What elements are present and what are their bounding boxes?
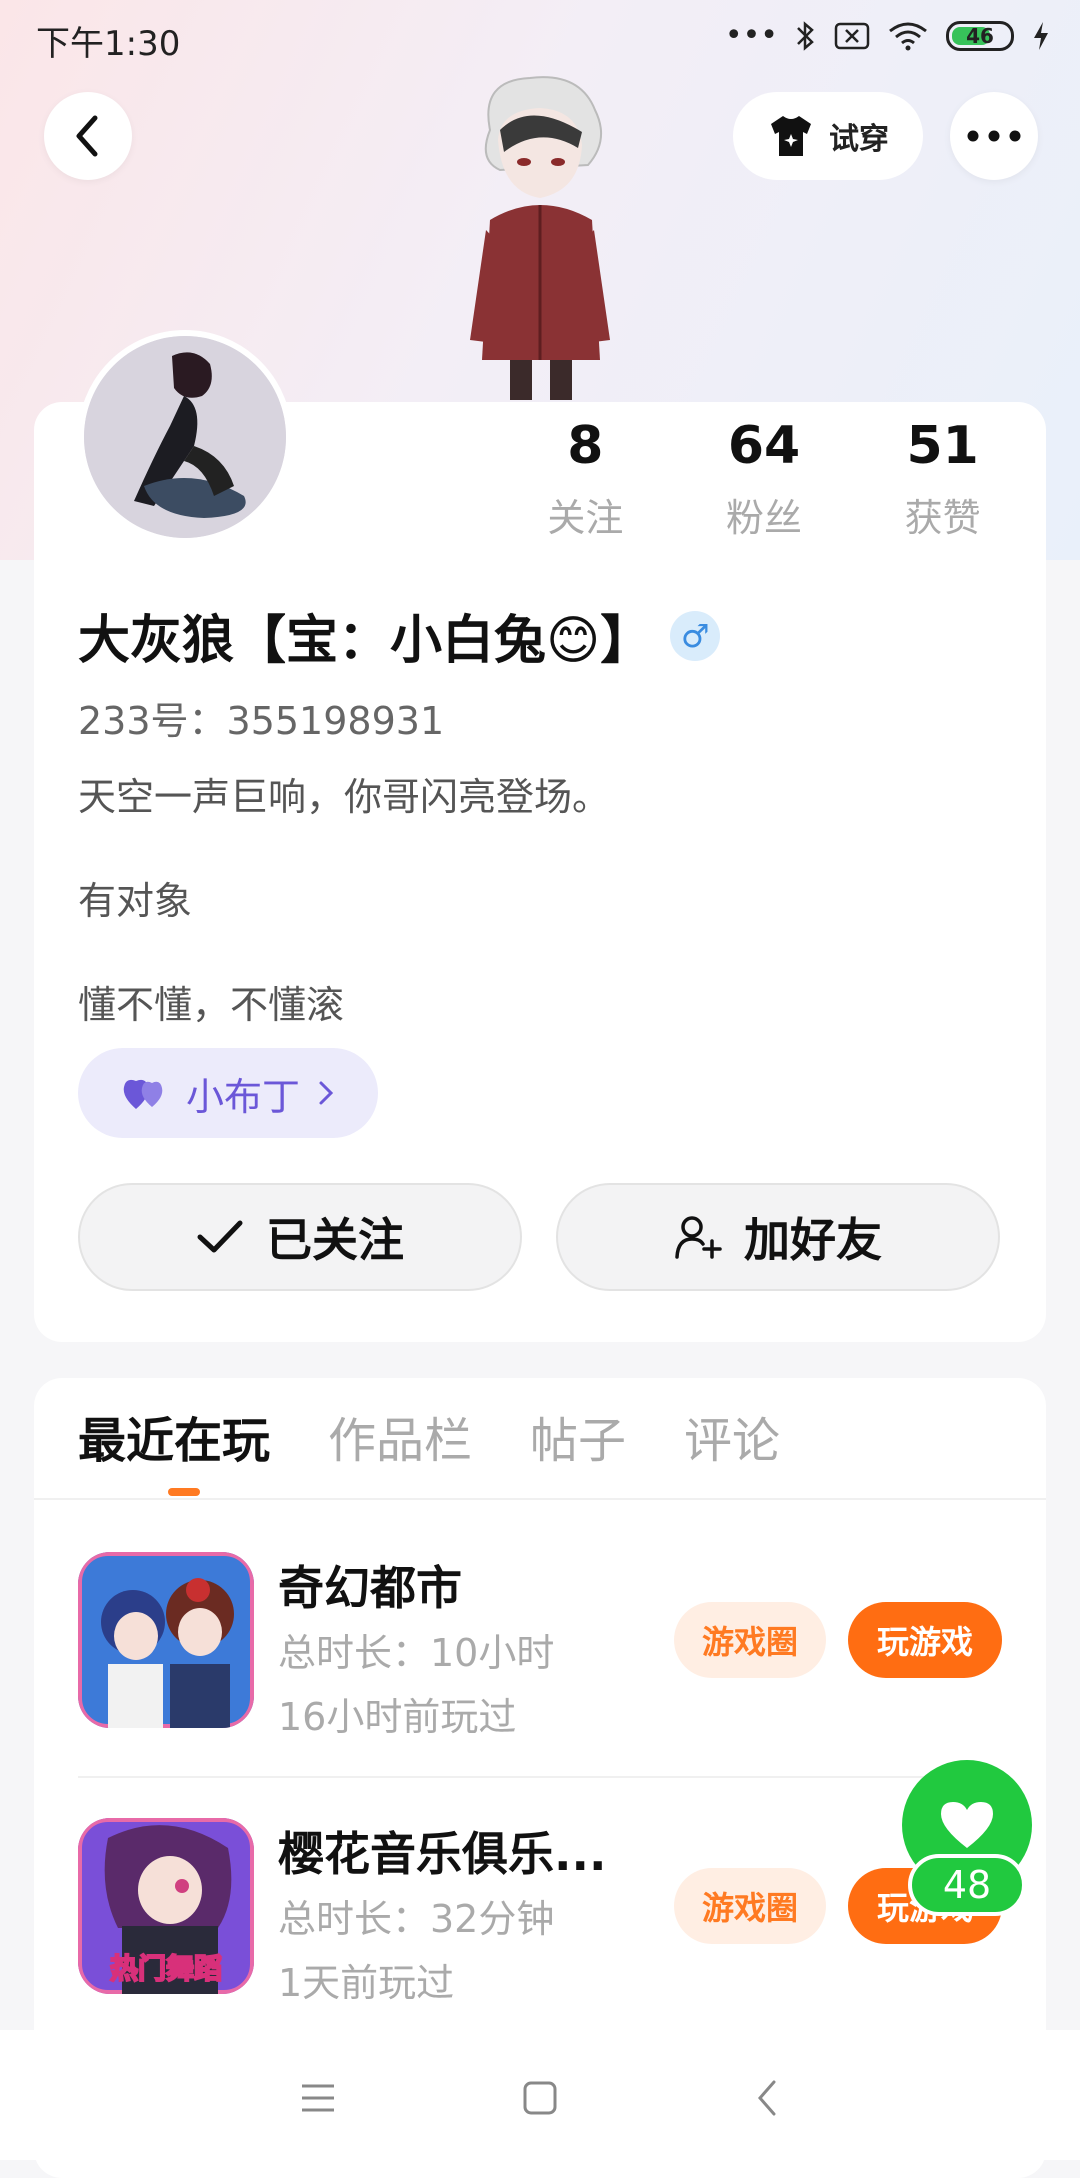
game-list-item[interactable]: 热门舞蹈 樱花音乐俱乐... 总时长：32分钟 1天前玩过 游戏圈 玩游戏 <box>78 1818 1038 2008</box>
divider <box>34 1498 1046 1500</box>
status-bar: 下午1:30 ••• 46 <box>0 0 1080 78</box>
game-list-item[interactable]: 奇幻都市 总时长：10小时 16小时前玩过 游戏圈 玩游戏 <box>78 1552 1038 1742</box>
stat-fans[interactable]: 64 粉丝 <box>675 415 854 542</box>
game-circle-button[interactable]: 游戏圈 <box>674 1868 826 1944</box>
active-tab-indicator <box>168 1488 200 1496</box>
name-row: 大灰狼【宝：小白兔😊】 ♂ <box>78 598 721 673</box>
followed-label: 已关注 <box>266 1213 404 1267</box>
stat-label: 关注 <box>547 496 624 540</box>
tab-comments[interactable]: 评论 <box>684 1406 780 1496</box>
battery-icon: 46 <box>946 20 1014 51</box>
stat-label: 获赞 <box>904 496 981 540</box>
game-title: 奇幻都市 <box>278 1561 462 1615</box>
stat-likes[interactable]: 51 获赞 <box>853 415 1032 542</box>
status-icons: ••• 46 <box>725 18 1050 53</box>
wifi-icon <box>889 22 927 50</box>
chevron-left-icon <box>76 115 98 157</box>
heart-icon <box>941 1802 993 1848</box>
sim-off-icon <box>834 22 870 49</box>
more-icon <box>967 130 1021 142</box>
bio-line: 懂不懂，不懂滚 <box>78 983 345 1027</box>
system-nav-bar <box>0 2030 1080 2160</box>
chevron-right-icon <box>319 1081 334 1105</box>
game-circle-button[interactable]: 游戏圈 <box>674 1602 826 1678</box>
back-button[interactable] <box>44 92 132 180</box>
game-icon <box>78 1552 254 1728</box>
game-last-played: 1天前玩过 <box>278 1961 455 2005</box>
more-button[interactable] <box>950 92 1038 180</box>
tab-works[interactable]: 作品栏 <box>328 1406 472 1496</box>
bluetooth-icon <box>797 20 814 51</box>
game-duration: 总时长：10小时 <box>278 1631 555 1675</box>
game-icon: 热门舞蹈 <box>78 1818 254 1994</box>
profile-stats: 8 关注 64 粉丝 51 获赞 <box>496 415 1032 542</box>
stat-value: 51 <box>906 416 979 476</box>
more-dots-icon: ••• <box>724 18 778 53</box>
add-friend-label: 加好友 <box>744 1213 882 1267</box>
try-on-button[interactable]: 试穿 <box>733 92 923 180</box>
add-friend-button[interactable]: 加好友 <box>556 1183 1000 1291</box>
add-user-icon <box>675 1216 722 1259</box>
pet-chip[interactable]: 小布丁 <box>78 1048 378 1138</box>
tshirt-icon <box>771 116 811 156</box>
menu-icon[interactable] <box>288 2068 348 2128</box>
bio-line: 天空一声巨响，你哥闪亮登场。 <box>78 775 611 819</box>
double-heart-icon <box>123 1079 163 1109</box>
user-id: 233号：355198931 <box>78 699 445 743</box>
charging-icon <box>1034 21 1048 50</box>
try-on-label: 试穿 <box>829 122 889 157</box>
profile-avatar[interactable] <box>78 330 292 544</box>
status-time: 下午1:30 <box>36 24 181 64</box>
stat-value: 8 <box>567 416 604 476</box>
game-duration: 总时长：32分钟 <box>278 1897 555 1941</box>
game-last-played: 16小时前玩过 <box>278 1695 517 1739</box>
game-title: 樱花音乐俱乐... <box>278 1827 607 1881</box>
check-icon <box>197 1220 243 1253</box>
like-count-badge: 48 <box>908 1854 1026 1916</box>
male-gender-icon: ♂ <box>670 610 721 661</box>
tab-posts[interactable]: 帖子 <box>530 1406 626 1496</box>
stat-value: 64 <box>727 416 801 476</box>
tab-recently-played[interactable]: 最近在玩 <box>78 1406 270 1496</box>
divider <box>78 1776 1008 1778</box>
followed-button[interactable]: 已关注 <box>78 1183 522 1291</box>
home-icon[interactable] <box>510 2068 570 2128</box>
bio-line: 有对象 <box>78 879 193 923</box>
user-name: 大灰狼【宝：小白兔😊】 <box>78 611 653 671</box>
play-game-button[interactable]: 玩游戏 <box>848 1602 1002 1678</box>
stat-following[interactable]: 8 关注 <box>496 415 675 542</box>
avatar-image <box>84 336 286 538</box>
svg-text:热门舞蹈: 热门舞蹈 <box>110 1952 222 1985</box>
profile-tabs: 最近在玩 作品栏 帖子 评论 <box>78 1406 780 1496</box>
back-nav-icon[interactable] <box>738 2068 798 2128</box>
pet-label: 小布丁 <box>185 1074 300 1119</box>
character-avatar-image <box>470 76 610 400</box>
stat-label: 粉丝 <box>726 496 803 540</box>
